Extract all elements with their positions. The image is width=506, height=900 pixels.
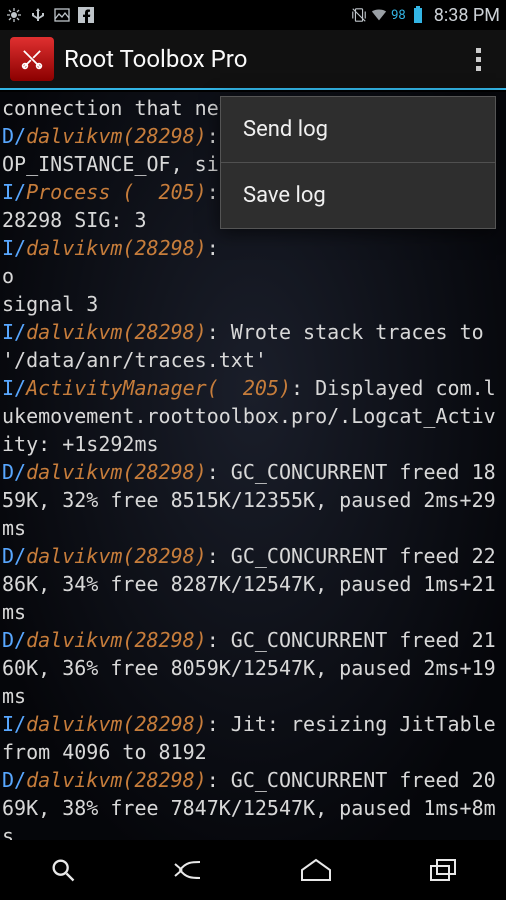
menu-save-log[interactable]: Save log bbox=[221, 163, 495, 228]
status-bar: 98 8:38 PM bbox=[0, 0, 506, 30]
battery-icon bbox=[410, 7, 426, 23]
debug-icon bbox=[6, 7, 22, 23]
recents-button[interactable] bbox=[421, 854, 465, 886]
overflow-popup: Send log Save log bbox=[220, 96, 496, 229]
menu-send-log[interactable]: Send log bbox=[221, 97, 495, 162]
usb-icon bbox=[30, 7, 46, 23]
action-bar: Root Toolbox Pro bbox=[0, 30, 506, 90]
app-title: Root Toolbox Pro bbox=[64, 45, 450, 73]
overflow-menu-button[interactable] bbox=[460, 37, 496, 81]
vibrate-icon bbox=[351, 7, 367, 23]
back-button[interactable] bbox=[168, 854, 212, 886]
facebook-icon bbox=[78, 7, 94, 23]
home-button[interactable] bbox=[294, 854, 338, 886]
status-left bbox=[6, 7, 94, 23]
nav-bar bbox=[0, 840, 506, 900]
clock: 8:38 PM bbox=[434, 5, 500, 26]
battery-pct: 98 bbox=[391, 8, 406, 23]
app-icon[interactable] bbox=[10, 37, 54, 81]
status-right: 98 8:38 PM bbox=[351, 5, 500, 26]
search-button[interactable] bbox=[41, 854, 85, 886]
image-icon bbox=[54, 7, 70, 23]
wifi-icon bbox=[371, 7, 387, 23]
